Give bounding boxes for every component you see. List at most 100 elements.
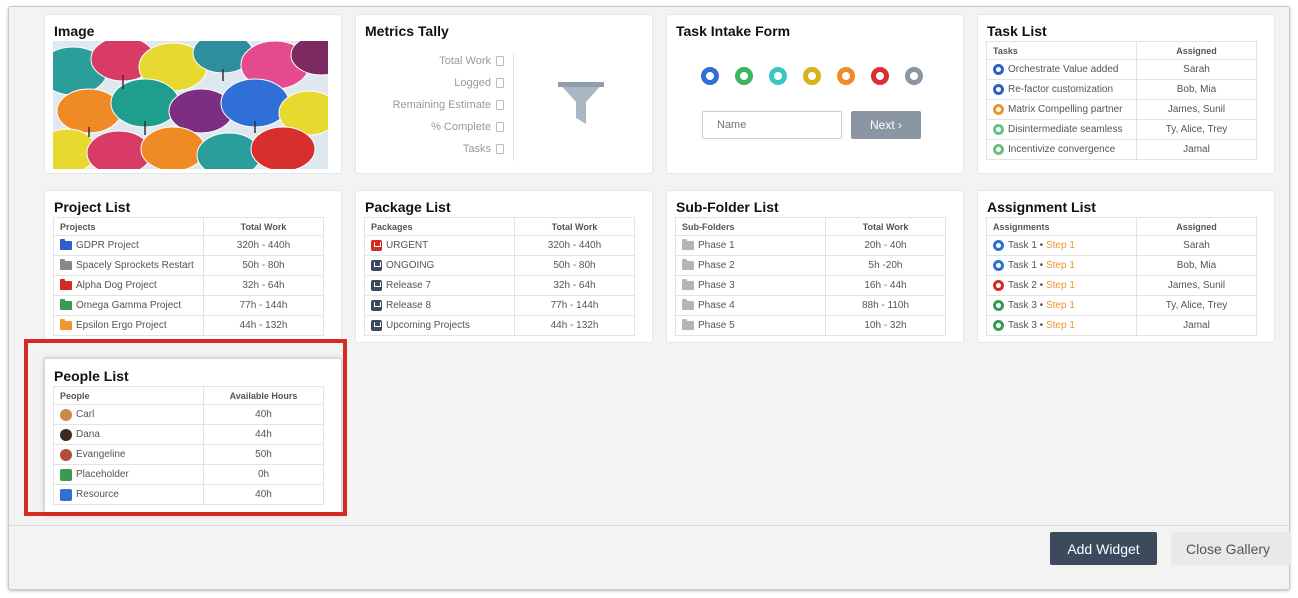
widget-assignment-list[interactable]: Assignment List Assignments Assigned Tas… (977, 190, 1275, 343)
table-row[interactable]: Matrix Compelling partner James, Sunil (986, 99, 1257, 120)
package-icon (371, 280, 382, 291)
next-button[interactable]: Next › (851, 111, 921, 139)
package-table: Packages Total Work URGENT 320h - 440h O… (364, 217, 635, 336)
table-row[interactable]: Orchestrate Value added Sarah (986, 59, 1257, 80)
calculator-icon (496, 144, 504, 155)
step-dot (769, 67, 787, 85)
task-status-icon (993, 64, 1004, 75)
table-row[interactable]: Re-factor customization Bob, Mia (986, 79, 1257, 100)
folder-icon (682, 299, 694, 310)
folder-icon (682, 279, 694, 290)
widget-task-list[interactable]: Task List Tasks Assigned Orchestrate Val… (977, 14, 1275, 174)
widget-package-list[interactable]: Package List Packages Total Work URGENT … (355, 190, 653, 343)
table-row[interactable]: ONGOING 50h - 80h (364, 255, 635, 276)
folder-icon (682, 239, 694, 250)
assignment-status-icon (993, 260, 1004, 271)
metric-item: Logged (356, 75, 504, 97)
metric-item: Tasks (356, 141, 504, 163)
calculator-icon (496, 56, 504, 67)
subfolder-table: Sub-Folders Total Work Phase 1 20h - 40h… (675, 217, 946, 336)
step-dot (871, 67, 889, 85)
table-row[interactable]: Phase 3 16h - 44h (675, 275, 946, 296)
table-row[interactable]: Phase 2 5h -20h (675, 255, 946, 276)
widget-title: Sub-Folder List (676, 199, 779, 215)
column-header: Assignments (986, 217, 1137, 236)
assignment-table: Assignments Assigned Task 1 • Step 1 Sar… (986, 217, 1257, 336)
table-row[interactable]: Phase 1 20h - 40h (675, 235, 946, 256)
calculator-icon (496, 100, 504, 111)
task-status-icon (993, 144, 1004, 155)
metric-item: % Complete (356, 119, 504, 141)
table-row[interactable]: Disintermediate seamless Ty, Alice, Trey (986, 119, 1257, 140)
table-row[interactable]: Spacely Sprockets Restart 50h - 80h (53, 255, 324, 276)
footer-divider (9, 525, 1289, 526)
table-row[interactable]: Epsilon Ergo Project 44h - 132h (53, 315, 324, 336)
folder-icon (60, 299, 72, 310)
table-row[interactable]: Task 1 • Step 1 Bob, Mia (986, 255, 1257, 276)
package-icon (371, 300, 382, 311)
umbrellas-image (53, 41, 328, 169)
table-row[interactable]: Task 3 • Step 1 Ty, Alice, Trey (986, 295, 1257, 316)
table-row[interactable]: Phase 5 10h - 32h (675, 315, 946, 336)
table-row[interactable]: URGENT 320h - 440h (364, 235, 635, 256)
table-row[interactable]: Task 3 • Step 1 Jamal (986, 315, 1257, 336)
table-row[interactable]: Release 7 32h - 64h (364, 275, 635, 296)
column-header: Assigned (1136, 41, 1257, 60)
project-table: Projects Total Work GDPR Project 320h - … (53, 217, 324, 336)
widget-title: Image (54, 23, 95, 39)
calculator-icon (496, 78, 504, 89)
assignment-status-icon (993, 300, 1004, 311)
column-header: Tasks (986, 41, 1137, 60)
column-header: Projects (53, 217, 204, 236)
calculator-icon (496, 122, 504, 133)
task-status-icon (993, 104, 1004, 115)
widget-project-list[interactable]: Project List Projects Total Work GDPR Pr… (44, 190, 342, 343)
table-row[interactable]: Omega Gamma Project 77h - 144h (53, 295, 324, 316)
task-table: Tasks Assigned Orchestrate Value added S… (986, 41, 1257, 160)
widget-task-intake-form[interactable]: Task Intake Form Next › (666, 14, 964, 174)
table-row[interactable]: Release 8 77h - 144h (364, 295, 635, 316)
table-row[interactable]: Alpha Dog Project 32h - 64h (53, 275, 324, 296)
assignment-status-icon (993, 280, 1004, 291)
widget-subfolder-list[interactable]: Sub-Folder List Sub-Folders Total Work P… (666, 190, 964, 343)
column-header: Assigned (1136, 217, 1257, 236)
assignment-status-icon (993, 240, 1004, 251)
close-gallery-button[interactable]: Close Gallery (1171, 532, 1291, 565)
divider (513, 53, 514, 161)
column-header: Total Work (203, 217, 324, 236)
name-input[interactable] (702, 111, 842, 139)
folder-icon (682, 319, 694, 330)
package-icon (371, 240, 382, 251)
task-status-icon (993, 124, 1004, 135)
column-header: Total Work (825, 217, 946, 236)
column-header: Packages (364, 217, 515, 236)
funnel-icon (558, 82, 604, 124)
selection-highlight (24, 339, 347, 516)
folder-icon (60, 279, 72, 290)
table-row[interactable]: Task 1 • Step 1 Sarah (986, 235, 1257, 256)
table-row[interactable]: Upcoming Projects 44h - 132h (364, 315, 635, 336)
table-row[interactable]: GDPR Project 320h - 440h (53, 235, 324, 256)
step-dot (701, 67, 719, 85)
table-row[interactable]: Task 2 • Step 1 James, Sunil (986, 275, 1257, 296)
folder-icon (60, 319, 72, 330)
step-dot (905, 67, 923, 85)
column-header: Sub-Folders (675, 217, 826, 236)
step-dot (735, 67, 753, 85)
widget-title: Task List (987, 23, 1047, 39)
table-row[interactable]: Incentivize convergence Jamal (986, 139, 1257, 160)
add-widget-button[interactable]: Add Widget (1050, 532, 1157, 565)
widget-image[interactable]: Image (44, 14, 342, 174)
assignment-status-icon (993, 320, 1004, 331)
metric-item: Total Work (356, 53, 504, 75)
column-header: Total Work (514, 217, 635, 236)
task-status-icon (993, 84, 1004, 95)
widget-title: Assignment List (987, 199, 1096, 215)
metric-list: Total Work Logged Remaining Estimate % C… (356, 53, 504, 163)
widget-title: Project List (54, 199, 131, 215)
widget-metrics-tally[interactable]: Metrics Tally Total Work Logged Remainin… (355, 14, 653, 174)
step-dot (803, 67, 821, 85)
table-row[interactable]: Phase 4 88h - 110h (675, 295, 946, 316)
folder-icon (60, 259, 72, 270)
package-icon (371, 260, 382, 271)
